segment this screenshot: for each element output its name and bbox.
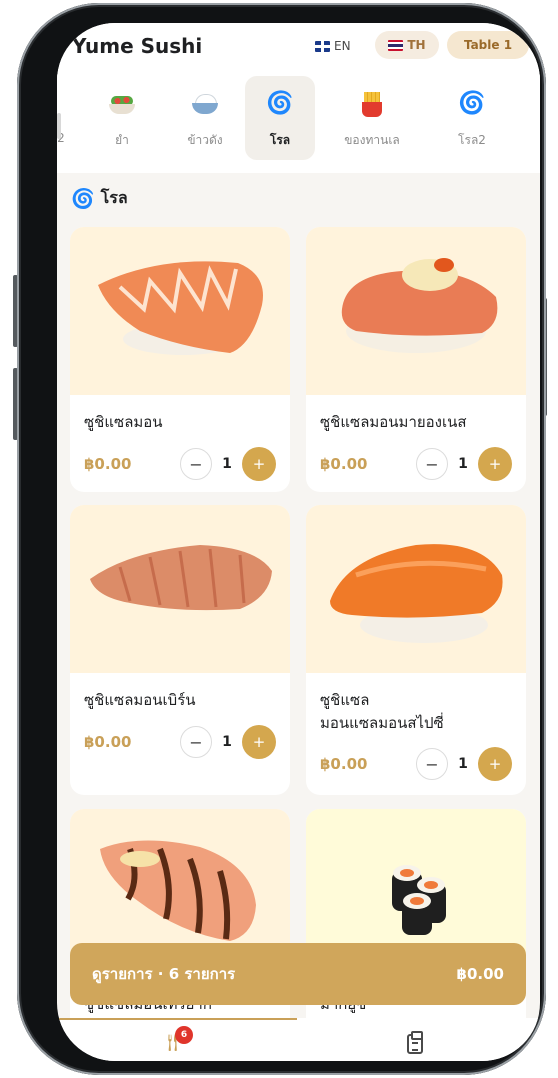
bottom-nav: 🍴︎ 6 xyxy=(57,1018,540,1061)
salad-icon xyxy=(87,90,157,122)
menu-card[interactable]: ซูชิแซลมอนมายองเนส ฿0.00 − 1 + xyxy=(306,227,526,492)
tab-category-rice[interactable]: ข้าวดัง xyxy=(170,76,240,160)
cyclone-icon: 🌀 xyxy=(71,188,95,210)
category-tabs: 2 ยำ ข้าวดัง 🌀 โรล ของทานเล 🌀 โรล2 xyxy=(57,73,540,173)
increase-quantity-button[interactable]: + xyxy=(242,447,276,481)
increase-quantity-button[interactable]: + xyxy=(478,447,512,481)
spicy-salmon-nigiri-image xyxy=(306,505,526,673)
category-label: โรล xyxy=(269,133,291,147)
menu-card[interactable]: ซูชิแซลมอนเบิร์น ฿0.00 − 1 + xyxy=(70,505,290,795)
item-quantity: 1 xyxy=(458,456,468,472)
item-quantity: 1 xyxy=(458,756,468,772)
app-screen: Yume Sushi EN TH Table 1 2 ยำ ข้าวดัง 🌀 … xyxy=(57,23,540,1061)
quantity-stepper: − 1 + xyxy=(180,447,276,481)
uk-flag-icon xyxy=(315,40,330,52)
tab-category-roll[interactable]: 🌀 โรล xyxy=(245,76,315,160)
item-name: ซูชิแซล มอนแซลมอนสไปซี่ xyxy=(320,689,444,735)
item-name: ซูชิแซลมอนมายองเนส xyxy=(320,413,467,431)
menu-card[interactable]: ซูชิแซลมอน ฿0.00 − 1 + xyxy=(70,227,290,492)
section-title-label: โรล xyxy=(100,188,128,207)
seared-salmon-nigiri-image xyxy=(70,505,290,673)
quantity-stepper: − 1 + xyxy=(416,747,512,781)
item-name: ซูชิแซลมอนเบิร์น xyxy=(84,691,196,709)
category-label: ข้าวดัง xyxy=(187,133,223,147)
decrease-quantity-button[interactable]: − xyxy=(180,448,212,480)
clipboard-icon[interactable] xyxy=(407,1031,423,1054)
view-cart-button[interactable]: ดูรายการ · 6 รายการ ฿0.00 xyxy=(70,943,526,1005)
quantity-stepper: − 1 + xyxy=(416,447,512,481)
item-name-line: มอนแซลมอนสไปซี่ xyxy=(320,714,444,732)
tab-category-yum[interactable]: ยำ xyxy=(87,76,157,160)
item-price: ฿0.00 xyxy=(320,755,368,773)
cyclone-icon: 🌀 xyxy=(266,91,294,116)
lang-en-button[interactable]: EN xyxy=(315,39,351,53)
item-name: ซูชิแซลมอน xyxy=(84,413,163,431)
quantity-stepper: − 1 + xyxy=(180,725,276,759)
category-label: ของทานเล xyxy=(344,133,400,147)
item-name-line: ซูชิแซล xyxy=(320,691,370,709)
decrease-quantity-button[interactable]: − xyxy=(416,448,448,480)
tab-category-snacks[interactable]: ของทานเล xyxy=(334,76,410,160)
thai-flag-icon xyxy=(388,39,404,51)
increase-quantity-button[interactable]: + xyxy=(478,747,512,781)
decrease-quantity-button[interactable]: − xyxy=(180,726,212,758)
fries-icon xyxy=(334,90,410,126)
table-badge: Table 1 xyxy=(447,31,529,59)
item-quantity: 1 xyxy=(222,734,232,750)
cyclone-icon: 🌀 xyxy=(458,91,486,116)
decrease-quantity-button[interactable]: − xyxy=(416,748,448,780)
lang-en-label: EN xyxy=(334,39,351,53)
salmon-nigiri-image xyxy=(70,227,290,395)
active-tab-indicator xyxy=(57,1018,297,1020)
item-quantity: 1 xyxy=(222,456,232,472)
item-price: ฿0.00 xyxy=(84,455,132,473)
cart-total: ฿0.00 xyxy=(456,965,504,983)
phone-frame: Yume Sushi EN TH Table 1 2 ยำ ข้าวดัง 🌀 … xyxy=(17,3,546,1075)
tab-category-roll2[interactable]: 🌀 โรล2 xyxy=(437,76,507,160)
menu-card[interactable]: ซูชิแซล มอนแซลมอนสไปซี่ ฿0.00 − 1 + xyxy=(306,505,526,795)
category-label: ยำ xyxy=(115,133,129,147)
scroll-edge-indicator xyxy=(57,113,61,139)
section-title: 🌀 โรล xyxy=(71,186,128,211)
increase-quantity-button[interactable]: + xyxy=(242,725,276,759)
cart-count-badge: 6 xyxy=(175,1026,193,1044)
rice-bowl-icon xyxy=(170,90,240,122)
cart-summary: ดูรายการ · 6 รายการ xyxy=(92,965,236,983)
item-price: ฿0.00 xyxy=(320,455,368,473)
salmon-mayo-nigiri-image xyxy=(306,227,526,395)
category-label: โรล2 xyxy=(458,133,486,147)
nav-menu-tab[interactable]: 🍴︎ 6 xyxy=(161,1026,193,1056)
item-price: ฿0.00 xyxy=(84,733,132,751)
brand-title: Yume Sushi xyxy=(72,34,203,58)
lang-th-button[interactable]: TH xyxy=(375,31,439,59)
lang-th-label: TH xyxy=(407,38,426,52)
